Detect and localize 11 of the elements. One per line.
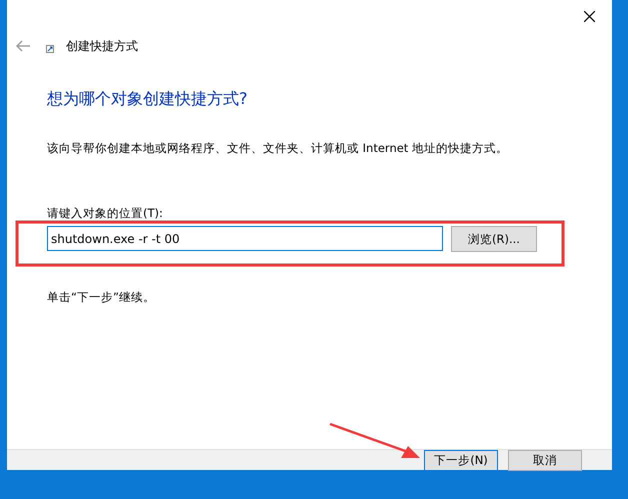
wizard-heading: 想为哪个对象创建快捷方式? [47,89,248,110]
location-field[interactable]: shutdown.exe -r -t 00 [47,226,443,251]
hint-text: 单击“下一步”继续。 [47,290,156,305]
description-text: 该向导帮你创建本地或网络程序、文件、文件夹、计算机或 Internet 地址的快捷方式。 [47,141,509,156]
window-title: 创建快捷方式 [66,38,138,54]
shortcut-icon [46,45,54,53]
location-label: 请键入对象的位置(T): [47,206,164,221]
back-arrow-icon[interactable] [16,40,30,52]
browse-button[interactable]: 浏览(R)... [451,226,537,252]
next-button[interactable]: 下一步(N) [424,450,498,470]
cancel-button[interactable]: 取消 [508,450,582,470]
